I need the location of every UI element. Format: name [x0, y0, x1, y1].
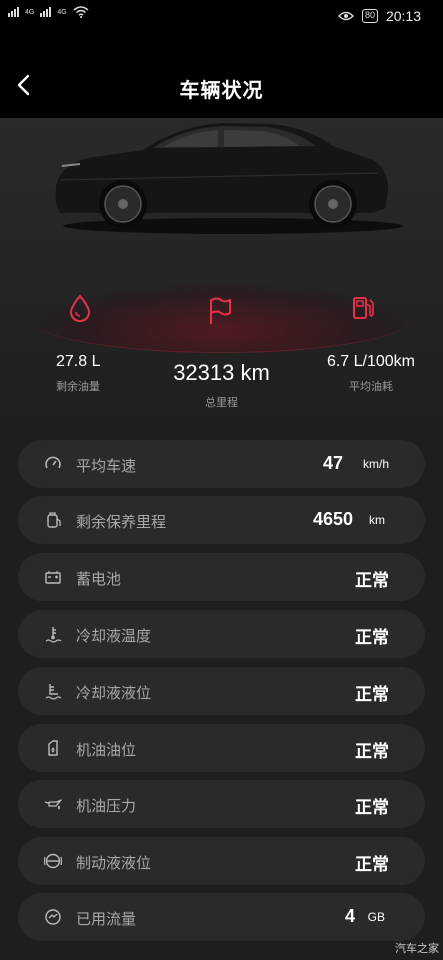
battery-indicator: 80	[361, 9, 378, 23]
watermark: 汽车之家	[395, 943, 439, 955]
brake-fluid-icon	[44, 853, 62, 869]
row-label: 机油油位	[76, 742, 137, 759]
row-label: 平均车速	[76, 458, 137, 475]
battery-icon	[45, 571, 61, 584]
signal-icon	[8, 7, 19, 17]
speedometer-icon	[45, 456, 61, 469]
avg-consumption-label: 平均油耗	[349, 381, 393, 393]
page-title: 车辆状况	[179, 80, 264, 102]
vehicle-hero: 27.8 L 剩余油量 32313 km 总里程 6.7 L/100km 平均油…	[0, 118, 443, 438]
row-unit: km/h	[362, 457, 389, 471]
row-status: 正常	[355, 628, 389, 647]
row-status: 正常	[355, 685, 389, 704]
row-avg-speed[interactable]: 平均车速 47 km/h	[18, 440, 425, 488]
header: 车辆状况	[0, 34, 443, 118]
row-brake-fluid[interactable]: 制动液液位 正常	[18, 837, 425, 885]
row-value: 47	[322, 453, 343, 473]
row-status: 正常	[355, 855, 389, 874]
row-oil-level[interactable]: 机油油位 正常	[18, 724, 425, 772]
row-maintenance-mileage[interactable]: 剩余保养里程 4650 km	[18, 496, 425, 544]
avg-consumption-value: 6.7 L/100km	[326, 353, 415, 370]
row-value: 4	[344, 906, 355, 926]
wifi-icon	[73, 6, 89, 18]
row-label: 已用流量	[76, 911, 137, 928]
network-label-2: 4G	[57, 8, 67, 16]
row-status: 正常	[355, 798, 389, 817]
fuel-drop-icon	[69, 294, 91, 322]
row-label: 剩余保养里程	[76, 514, 167, 531]
maintenance-icon	[47, 512, 61, 528]
status-right: 80 20:13	[338, 8, 421, 24]
row-unit: km	[369, 513, 385, 527]
oil-pressure-icon	[44, 799, 62, 810]
status-bar: 4G 4G 80 20:13	[0, 0, 443, 34]
coolant-level-icon	[45, 684, 62, 700]
oil-level-icon	[48, 740, 58, 756]
row-label: 冷却液温度	[76, 628, 152, 645]
odometer-label: 总里程	[205, 397, 238, 409]
row-status: 正常	[355, 742, 389, 761]
row-label: 机油压力	[76, 798, 137, 815]
fuel-pump-icon	[353, 297, 374, 319]
car-image	[55, 123, 403, 234]
row-label: 冷却液液位	[76, 685, 152, 702]
row-data-usage[interactable]: 已用流量 4 GB	[18, 893, 425, 941]
flag-icon	[210, 297, 231, 324]
row-unit: GB	[367, 910, 385, 924]
signal-icon-2	[40, 7, 52, 17]
clock: 20:13	[385, 8, 421, 24]
row-label: 制动液液位	[76, 855, 152, 872]
network-label: 4G	[25, 8, 35, 16]
row-coolant-level[interactable]: 冷却液液位 正常	[18, 667, 425, 715]
data-usage-icon	[45, 909, 61, 925]
row-value: 4650	[312, 509, 353, 529]
row-oil-pressure[interactable]: 机油压力 正常	[18, 780, 425, 828]
row-battery[interactable]: 蓄电池 正常	[18, 553, 425, 601]
status-left: 4G 4G	[8, 6, 89, 18]
coolant-temp-icon	[45, 627, 62, 643]
row-label: 蓄电池	[76, 571, 122, 588]
row-coolant-temp[interactable]: 冷却液温度 正常	[18, 610, 425, 658]
eye-icon	[338, 11, 354, 21]
row-status: 正常	[355, 571, 389, 590]
